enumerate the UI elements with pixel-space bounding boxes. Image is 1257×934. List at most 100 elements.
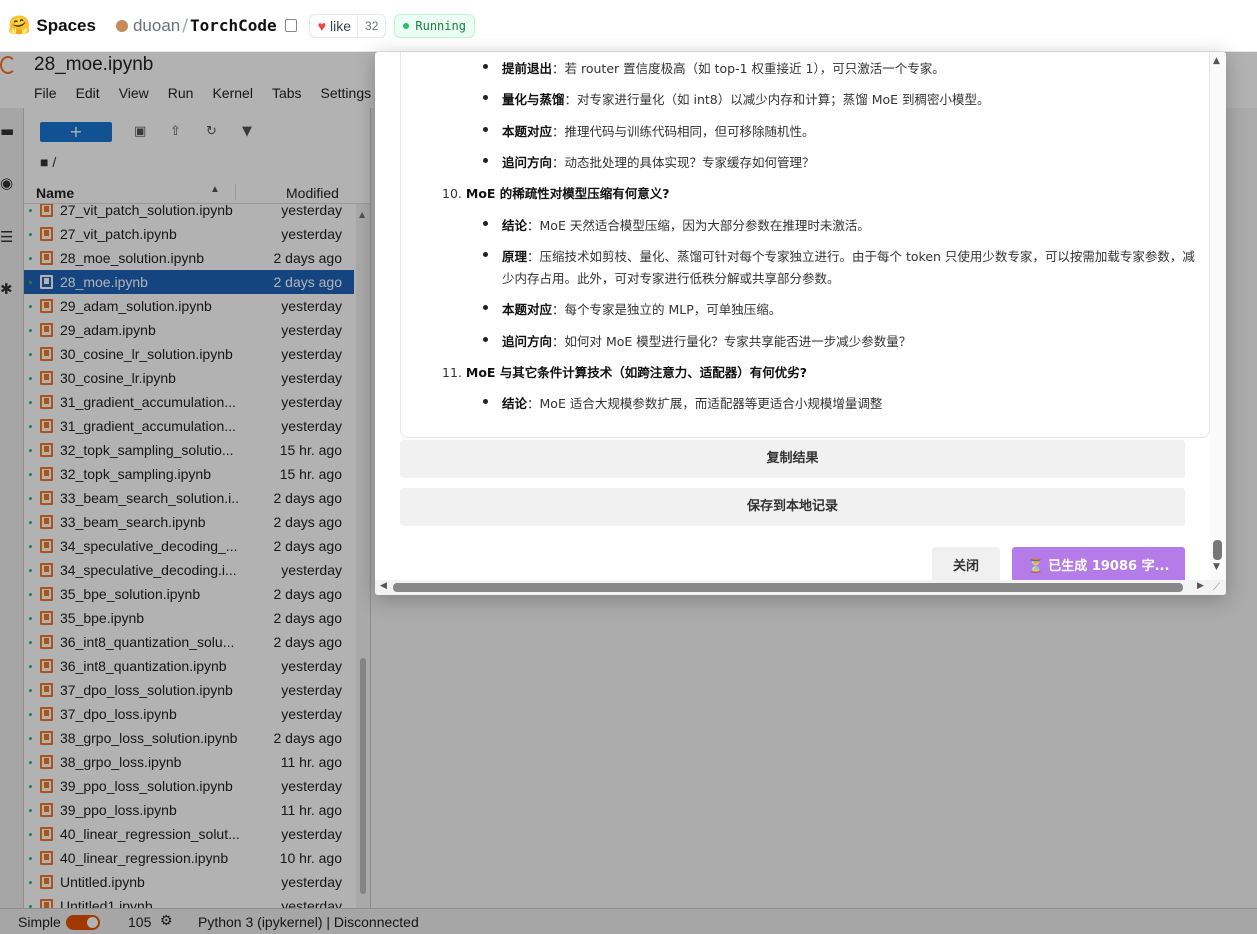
file-row[interactable]: 33_beam_search_solution.i... 2 days ago <box>24 486 354 510</box>
file-row[interactable]: 31_gradient_accumulation... yesterday <box>24 390 354 414</box>
menu-file[interactable]: File <box>34 85 57 101</box>
file-row[interactable]: 34_speculative_decoding_... 2 days ago <box>24 534 354 558</box>
menu-run[interactable]: Run <box>168 85 194 101</box>
notebook-icon <box>40 251 53 265</box>
file-modified: yesterday <box>281 204 342 218</box>
new-folder-icon[interactable]: ▣ <box>134 125 148 139</box>
file-list-scrollbar[interactable]: ▲ <box>356 204 370 908</box>
bullet-text: ：每个专家是独立的 MLP，可单独压缩。 <box>552 302 782 317</box>
file-row[interactable]: 32_topk_sampling.ipynb 15 hr. ago <box>24 462 354 486</box>
file-row[interactable]: 39_ppo_loss.ipynb 11 hr. ago <box>24 798 354 822</box>
new-launcher-button[interactable]: + <box>40 122 112 142</box>
left-sidebar: ▬ ◉ ☰ ✱ <box>0 108 24 908</box>
breadcrumb[interactable]: ■ / <box>40 154 56 170</box>
file-row[interactable]: 39_ppo_loss_solution.ipynb yesterday <box>24 774 354 798</box>
copy-icon[interactable] <box>284 19 297 32</box>
bullet-title: 追问方向 <box>502 334 553 349</box>
file-row[interactable]: 29_adam.ipynb yesterday <box>24 318 354 342</box>
kernel-gear-icon[interactable]: ⚙ <box>160 912 173 929</box>
menu-kernel[interactable]: Kernel <box>212 85 252 101</box>
file-modified: 2 days ago <box>273 634 343 650</box>
user-link[interactable]: duoan <box>133 16 180 36</box>
file-row[interactable]: 33_beam_search.ipynb 2 days ago <box>24 510 354 534</box>
kernel-status[interactable]: Python 3 (ipykernel) | Disconnected <box>198 914 419 930</box>
repo-link[interactable]: TorchCode <box>190 16 277 35</box>
breadcrumb-root[interactable]: / <box>52 154 56 170</box>
scrollbar-thumb[interactable] <box>360 658 366 894</box>
bullet-text: ：MoE 天然适合模型压缩，因为大部分参数在推理时未激活。 <box>527 218 870 233</box>
file-row[interactable]: 27_vit_patch_solution.ipynb yesterday <box>24 204 354 222</box>
file-modified: yesterday <box>281 658 342 674</box>
spaces-link[interactable]: Spaces <box>36 16 96 36</box>
file-row[interactable]: 35_bpe.ipynb 2 days ago <box>24 606 354 630</box>
column-divider[interactable] <box>235 184 236 200</box>
file-row[interactable]: 36_int8_quantization_solu... 2 days ago <box>24 630 354 654</box>
file-row[interactable]: 38_grpo_loss_solution.ipynb 2 days ago <box>24 726 354 750</box>
notebook-icon <box>40 779 53 793</box>
column-modified[interactable]: Modified <box>286 185 339 201</box>
menu-view[interactable]: View <box>119 85 149 101</box>
file-row[interactable]: 40_linear_regression.ipynb 10 hr. ago <box>24 846 354 870</box>
file-row[interactable]: 38_grpo_loss.ipynb 11 hr. ago <box>24 750 354 774</box>
extension-icon[interactable]: ✱ <box>0 280 16 298</box>
running-icon[interactable]: ◉ <box>0 174 16 192</box>
file-row[interactable]: 30_cosine_lr.ipynb yesterday <box>24 366 354 390</box>
file-row[interactable]: 37_dpo_loss.ipynb yesterday <box>24 702 354 726</box>
scroll-up-icon[interactable]: ▲ <box>1213 56 1220 66</box>
file-row[interactable]: 35_bpe_solution.ipynb 2 days ago <box>24 582 354 606</box>
running-indicator-icon <box>29 521 32 524</box>
scrollbar-thumb[interactable] <box>1213 540 1222 560</box>
file-row[interactable]: Untitled.ipynb yesterday <box>24 870 354 894</box>
running-dot-icon <box>403 22 410 29</box>
running-indicator-icon <box>29 401 32 404</box>
file-name: 35_bpe.ipynb <box>60 610 145 626</box>
user-avatar[interactable] <box>115 19 128 32</box>
modal-vertical-scrollbar[interactable]: ▲ ▼ <box>1210 52 1226 580</box>
menu-settings[interactable]: Settings <box>321 85 372 101</box>
file-name: 40_linear_regression_solut... <box>60 826 240 842</box>
file-row[interactable]: 28_moe_solution.ipynb 2 days ago <box>24 246 354 270</box>
running-indicator-icon <box>29 761 32 764</box>
modal-horizontal-scrollbar[interactable]: ◀ ▶ <box>375 580 1226 595</box>
scrollbar-thumb[interactable] <box>393 583 1183 592</box>
bullet-icon <box>483 252 488 257</box>
upload-icon[interactable]: ⇧ <box>170 125 184 139</box>
like-button[interactable]: ♥ like 32 <box>308 13 387 38</box>
scroll-down-icon[interactable]: ▼ <box>1213 562 1220 572</box>
file-row[interactable]: 29_adam_solution.ipynb yesterday <box>24 294 354 318</box>
bullet-title: 原理 <box>502 249 528 264</box>
bullet-text: ：如何对 MoE 模型进行量化？专家共享能否进一步减少参数量？ <box>552 334 912 349</box>
scroll-up-icon[interactable]: ▲ <box>359 210 365 219</box>
save-record-button[interactable]: 保存到本地记录 <box>400 488 1185 526</box>
scroll-left-icon[interactable]: ◀ <box>380 581 387 591</box>
file-row[interactable]: 40_linear_regression_solut... yesterday <box>24 822 354 846</box>
file-modified: yesterday <box>281 898 342 908</box>
scroll-right-icon[interactable]: ▶ <box>1197 581 1204 591</box>
refresh-icon[interactable]: ↻ <box>206 125 220 139</box>
bullet-text: ：对专家进行量化（如 int8）以减少内存和计算；蒸馏 MoE 到稠密小模型。 <box>564 92 990 107</box>
terminal-count[interactable]: 105 <box>128 914 151 930</box>
file-row[interactable]: 32_topk_sampling_solutio... 15 hr. ago <box>24 438 354 462</box>
simple-mode-toggle[interactable] <box>66 915 100 930</box>
filter-icon[interactable]: ▼ <box>242 125 256 139</box>
like-label: like <box>330 17 352 34</box>
folder-icon[interactable]: ▬ <box>0 122 16 140</box>
file-row[interactable]: 34_speculative_decoding.i... yesterday <box>24 558 354 582</box>
file-row[interactable]: 28_moe.ipynb 2 days ago <box>24 270 354 294</box>
hf-logo-icon[interactable]: 🤗 <box>8 15 30 36</box>
file-row[interactable]: 27_vit_patch.ipynb yesterday <box>24 222 354 246</box>
menu-tabs[interactable]: Tabs <box>272 85 302 101</box>
file-row[interactable]: 30_cosine_lr_solution.ipynb yesterday <box>24 342 354 366</box>
copy-result-button[interactable]: 复制结果 <box>400 440 1185 478</box>
file-row[interactable]: 31_gradient_accumulation... yesterday <box>24 414 354 438</box>
file-row[interactable]: 37_dpo_loss_solution.ipynb yesterday <box>24 678 354 702</box>
file-row[interactable]: Untitled1.ipynb yesterday <box>24 894 354 908</box>
menu-edit[interactable]: Edit <box>76 85 100 101</box>
column-name[interactable]: Name <box>36 185 74 201</box>
bullet-icon <box>483 127 488 132</box>
resize-handle-icon[interactable]: ⟋ <box>1213 582 1220 593</box>
file-modified: 2 days ago <box>273 490 343 506</box>
file-row[interactable]: 36_int8_quantization.ipynb yesterday <box>24 654 354 678</box>
status-text: Running <box>415 18 466 33</box>
toc-icon[interactable]: ☰ <box>0 228 16 246</box>
